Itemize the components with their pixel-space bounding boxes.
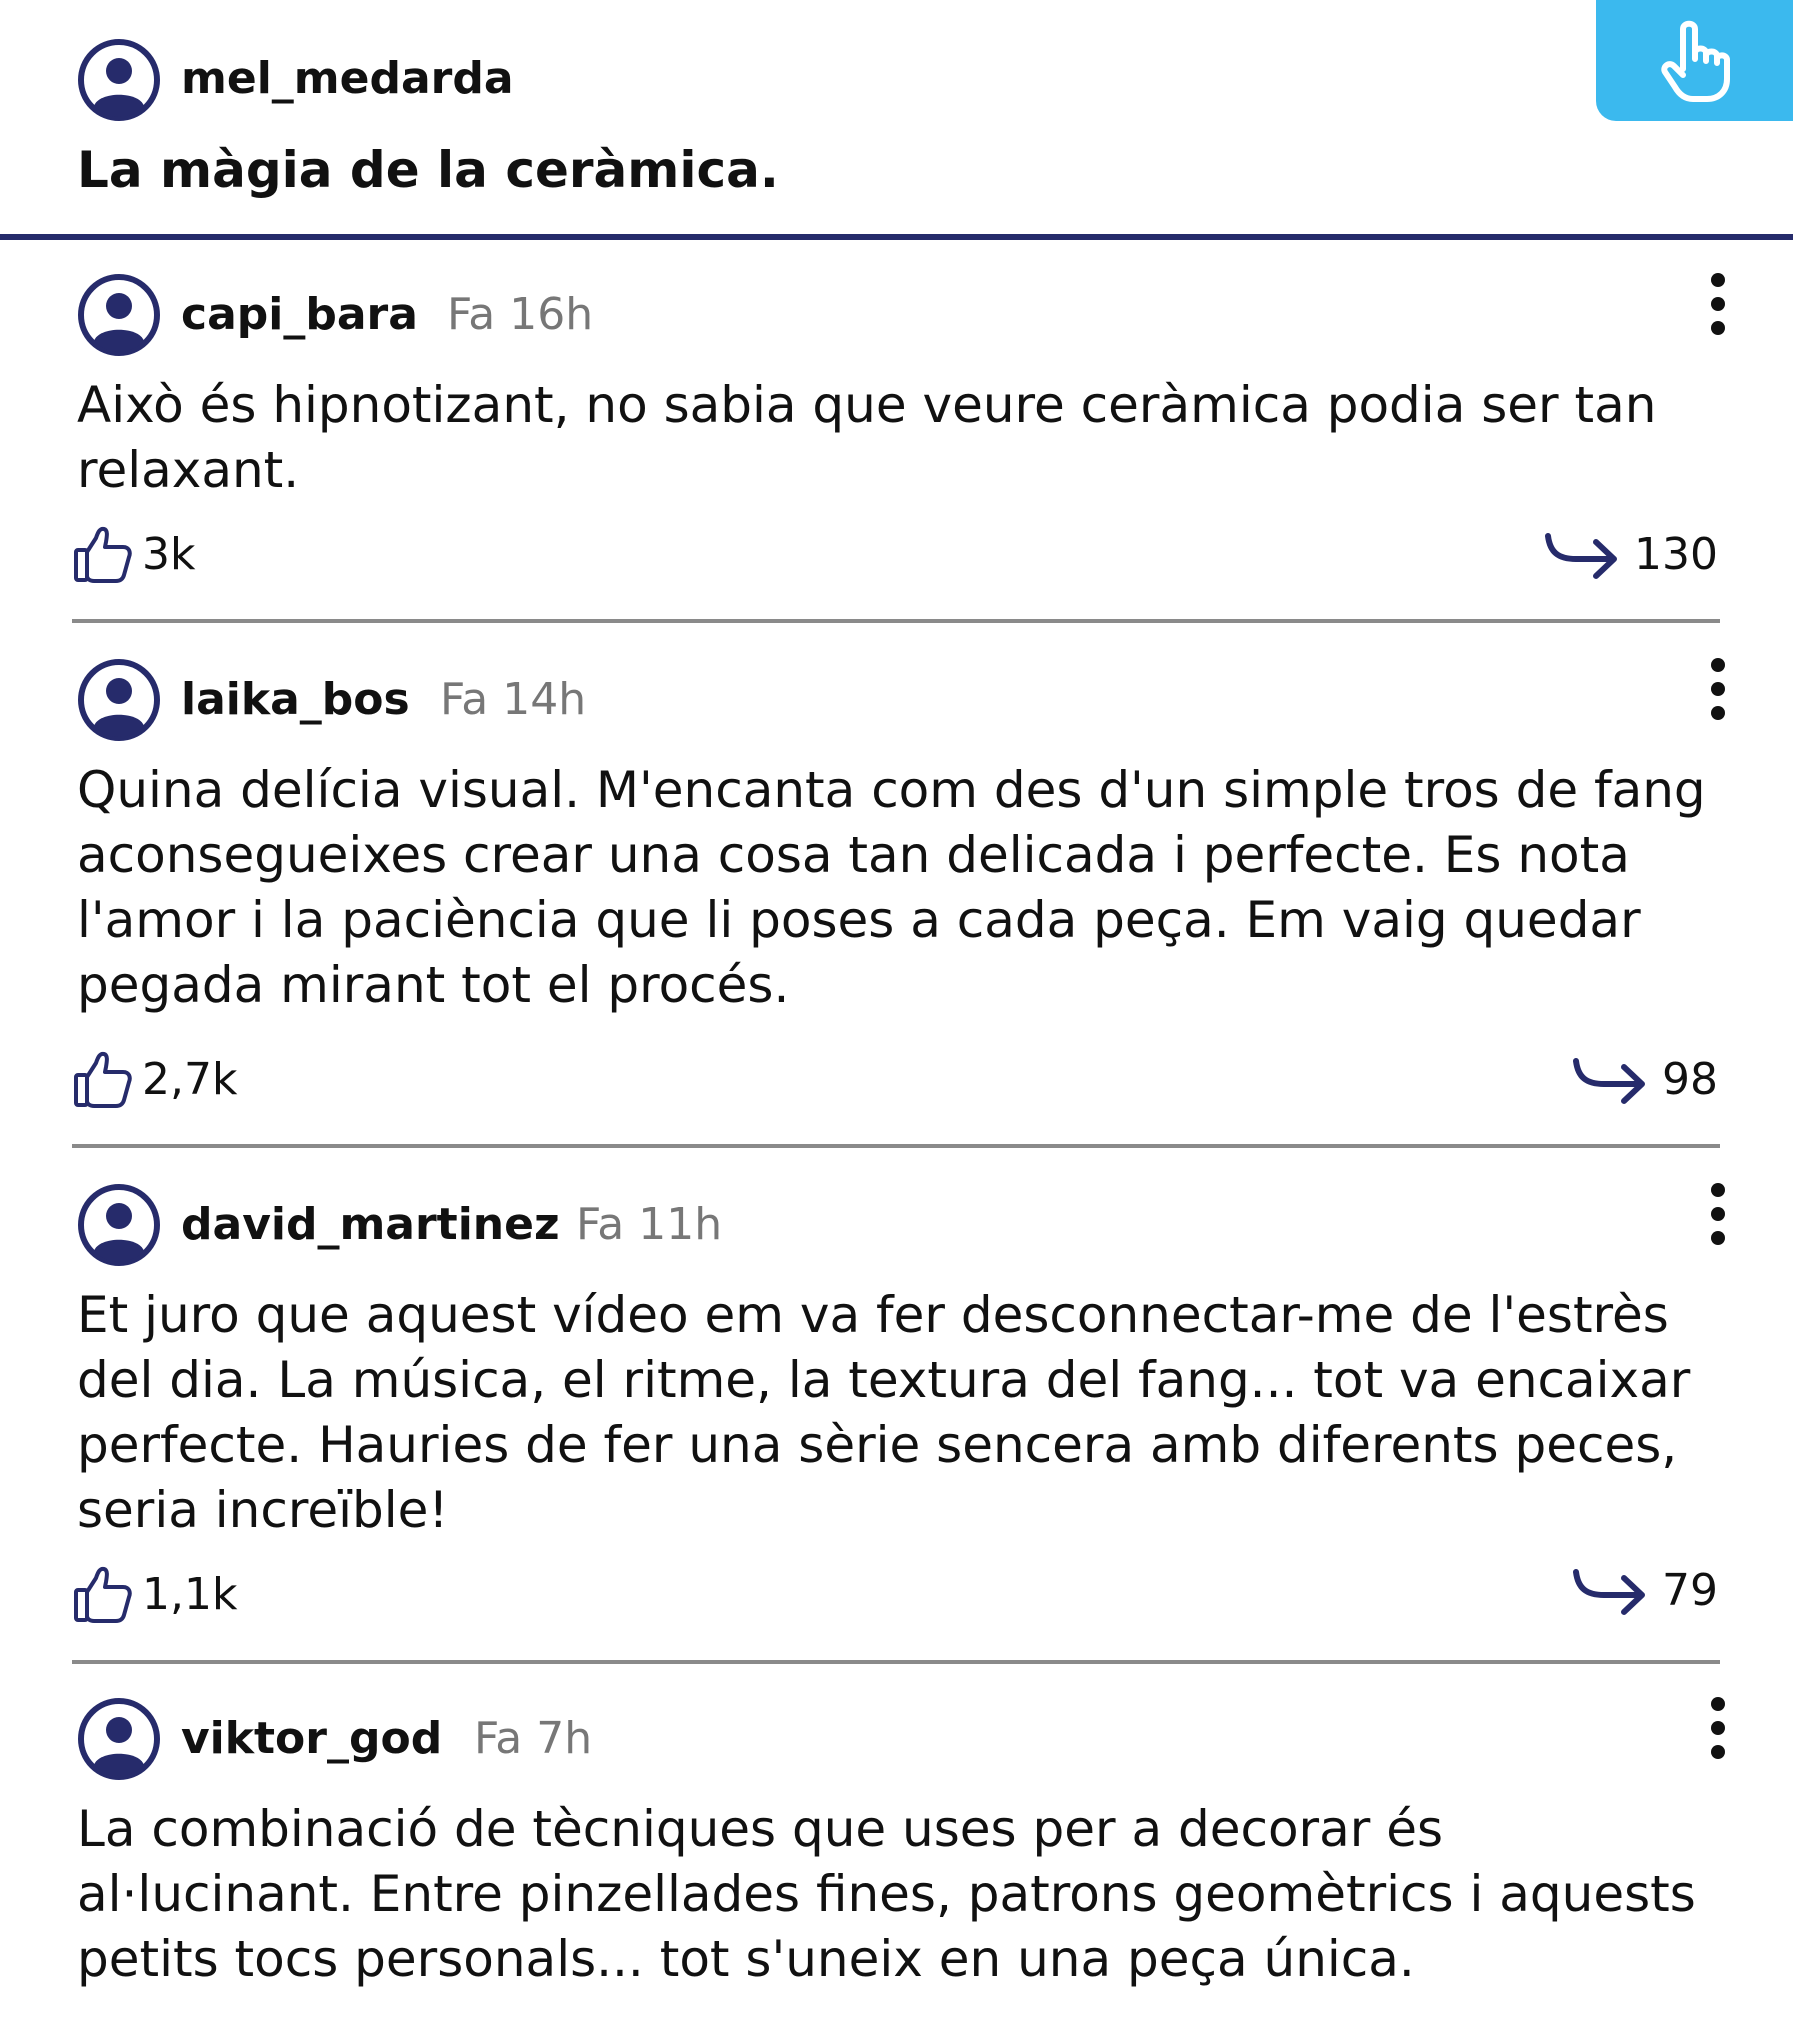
comment-avatar[interactable]: [77, 1183, 161, 1267]
pointing-hand-icon: [1660, 20, 1730, 102]
more-options-button[interactable]: [1700, 273, 1736, 337]
comment-username[interactable]: capi_bara: [181, 288, 418, 342]
comment-timestamp: Fa 16h: [447, 289, 594, 340]
post-author-avatar[interactable]: [77, 38, 161, 122]
comment-timestamp: Fa 7h: [474, 1713, 593, 1764]
more-options-button[interactable]: [1700, 1183, 1736, 1247]
comment-username[interactable]: laika_bos: [181, 673, 410, 727]
user-avatar-icon: [78, 39, 160, 121]
comment-divider: [72, 1144, 1720, 1148]
reply-arrow-icon: [1573, 1569, 1645, 1615]
more-options-button[interactable]: [1700, 1697, 1736, 1761]
more-options-icon: [1711, 273, 1725, 287]
user-avatar-icon: [78, 659, 160, 741]
comment-item: capi_bara Fa 16h Això és hipnotizant, no…: [0, 273, 1793, 623]
like-count: 1,1k: [142, 1569, 238, 1620]
reply-button[interactable]: 79: [1572, 1559, 1718, 1623]
reply-count: 98: [1662, 1054, 1718, 1105]
comment-avatar[interactable]: [77, 1697, 161, 1781]
like-button[interactable]: 1,1k: [72, 1563, 237, 1627]
more-options-icon: [1711, 1183, 1725, 1197]
comment-avatar[interactable]: [77, 658, 161, 742]
user-avatar-icon: [78, 1184, 160, 1266]
comment-timestamp: Fa 11h: [576, 1199, 723, 1250]
comments-screen: mel_medarda La màgia de la ceràmica. cap…: [0, 0, 1793, 2022]
comment-text: Quina delícia visual. M'encanta com des …: [77, 761, 1706, 1014]
comment-item: david_martinez Fa 11h Et juro que aquest…: [0, 1183, 1793, 1664]
more-options-icon: [1711, 1697, 1725, 1711]
post-header: mel_medarda La màgia de la ceràmica.: [0, 0, 1793, 240]
header-divider: [0, 234, 1793, 240]
comment-timestamp: Fa 14h: [440, 674, 587, 725]
reply-arrow-icon: [1545, 533, 1618, 579]
reply-count: 130: [1634, 529, 1718, 580]
post-title: La màgia de la ceràmica.: [77, 141, 779, 199]
more-options-icon: [1711, 658, 1725, 672]
reply-count: 79: [1662, 1565, 1718, 1616]
comment-item: laika_bos Fa 14h Quina delícia visual. M…: [0, 658, 1793, 1148]
thumbs-up-icon: [74, 1566, 132, 1623]
comment-divider: [72, 619, 1720, 623]
user-avatar-icon: [78, 274, 160, 356]
more-options-button[interactable]: [1700, 658, 1736, 722]
reply-arrow-icon: [1573, 1058, 1645, 1104]
reply-button[interactable]: 98: [1572, 1048, 1718, 1112]
comment-avatar[interactable]: [77, 273, 161, 357]
thumbs-up-icon: [74, 526, 132, 583]
comment-text: Et juro que aquest vídeo em va fer desco…: [77, 1286, 1691, 1539]
like-count: 3k: [142, 529, 196, 580]
comment-text: Això és hipnotizant, no sabia que veure …: [77, 376, 1657, 499]
comment-text: La combinació de tècniques que uses per …: [77, 1800, 1696, 1988]
like-button[interactable]: 2,7k: [72, 1048, 237, 1112]
comment-username[interactable]: viktor_god: [181, 1712, 442, 1766]
user-avatar-icon: [78, 1698, 160, 1780]
thumbs-up-icon: [74, 1051, 132, 1108]
post-author-name[interactable]: mel_medarda: [181, 52, 514, 106]
like-button[interactable]: 3k: [72, 523, 195, 587]
reply-button[interactable]: 130: [1544, 523, 1718, 587]
comment-item: viktor_god Fa 7h La combinació de tècniq…: [0, 1697, 1793, 2022]
like-count: 2,7k: [142, 1054, 238, 1105]
tap-button[interactable]: [1596, 0, 1793, 121]
comment-divider: [72, 1660, 1720, 1664]
comment-username[interactable]: david_martinez: [181, 1198, 560, 1252]
